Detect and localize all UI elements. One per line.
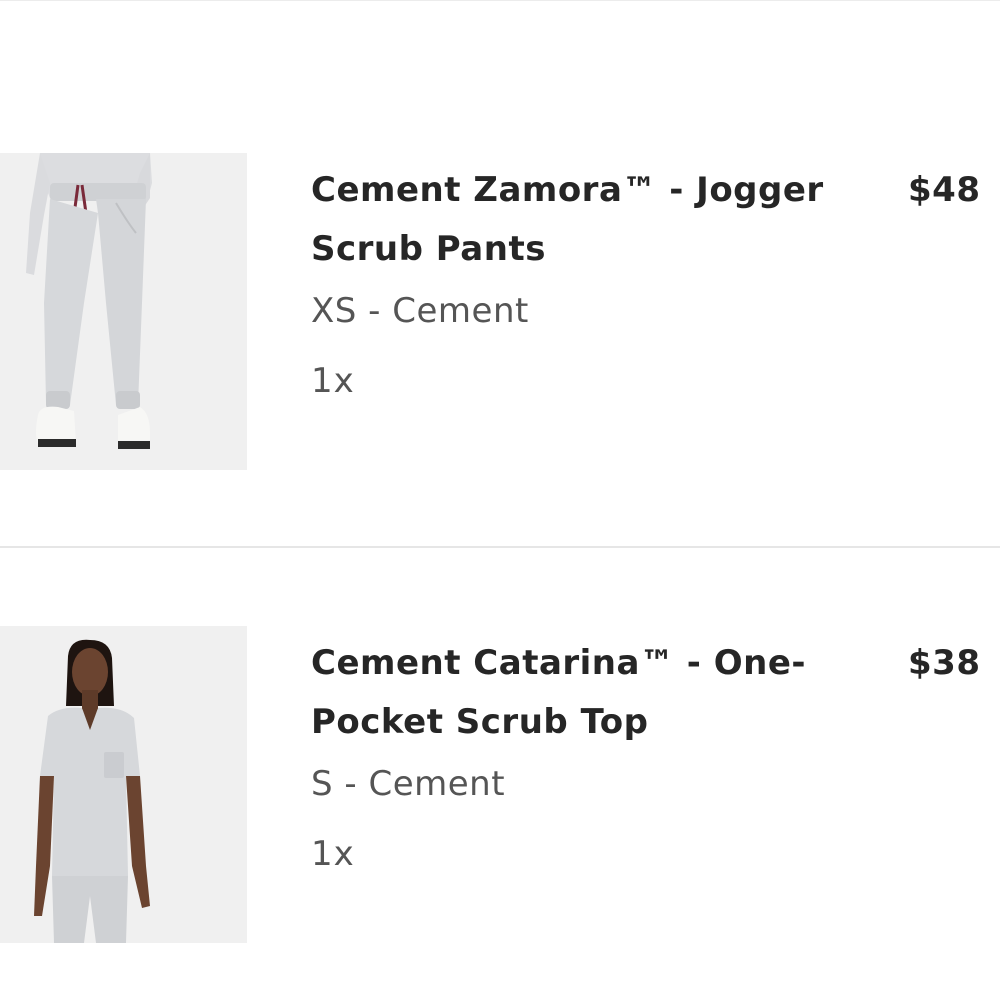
item-details: Cement Catarina™ - One-Pocket Scrub Top … (311, 634, 891, 876)
scrub-top-product-image[interactable] (0, 626, 247, 943)
product-title[interactable]: Cement Zamora™ - Jogger Scrub Pants (311, 161, 891, 279)
cart-line-item[interactable]: Cement Zamora™ - Jogger Scrub Pants XS -… (0, 153, 1000, 471)
item-divider (0, 546, 1000, 548)
cart-page: Cement Zamora™ - Jogger Scrub Pants XS -… (0, 0, 1000, 1000)
cart-line-item[interactable]: Cement Catarina™ - One-Pocket Scrub Top … (0, 626, 1000, 944)
product-price: $48 (908, 170, 981, 210)
product-quantity: 1x (311, 834, 355, 874)
top-divider (0, 0, 1000, 1)
product-price: $38 (908, 643, 981, 683)
scrub-top-illustration (0, 626, 247, 943)
product-variant: S - Cement (311, 764, 506, 804)
product-variant: XS - Cement (311, 291, 529, 331)
item-details: Cement Zamora™ - Jogger Scrub Pants XS -… (311, 161, 891, 403)
product-quantity: 1x (311, 361, 355, 401)
jogger-pants-product-image[interactable] (0, 153, 247, 470)
jogger-pants-illustration (0, 153, 247, 470)
product-title[interactable]: Cement Catarina™ - One-Pocket Scrub Top (311, 634, 891, 752)
